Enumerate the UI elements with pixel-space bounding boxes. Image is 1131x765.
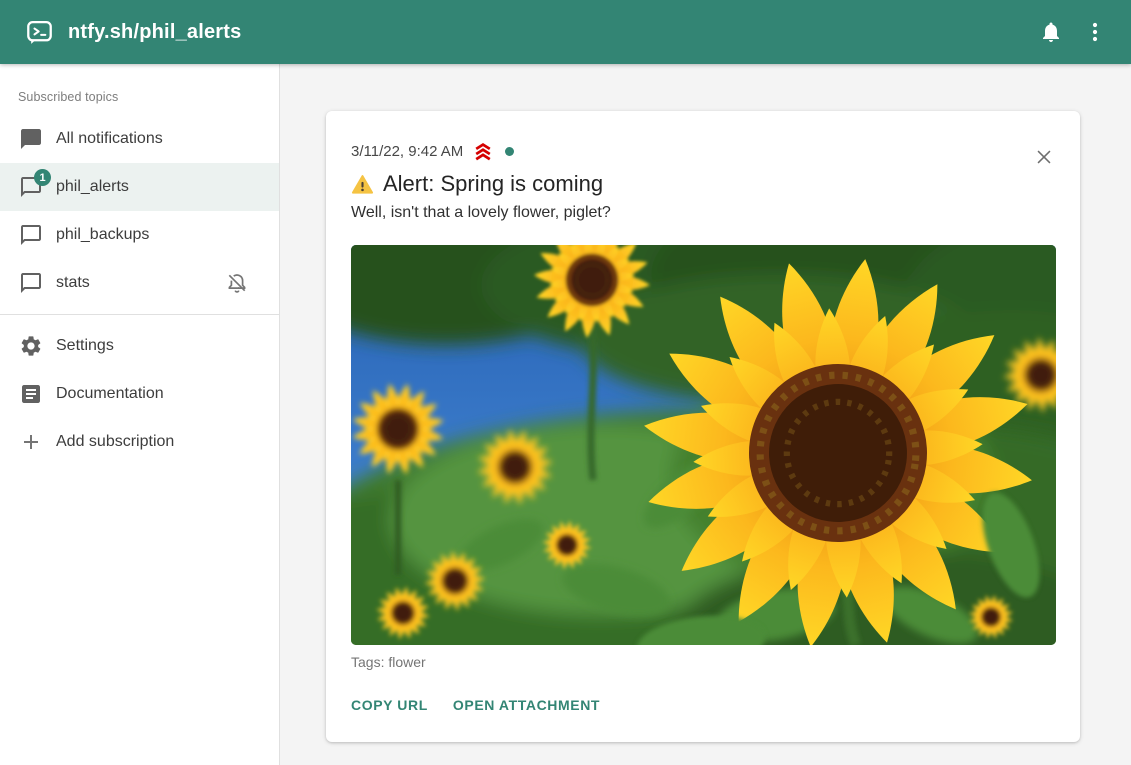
unread-count-badge: 1 [34,169,51,186]
sidebar-item-stats[interactable]: stats [0,259,279,307]
sidebar-item-label: phil_alerts [56,178,129,196]
article-icon [19,382,43,406]
close-notification-button[interactable] [1023,136,1065,178]
main-content: 3/11/22, 9:42 AM [280,64,1131,765]
notification-meta: 3/11/22, 9:42 AM [351,140,1056,162]
sidebar-item-label: Settings [56,337,114,355]
plus-icon [19,430,43,454]
sidebar-item-label: Documentation [56,385,164,403]
sidebar-item-add-subscription[interactable]: Add subscription [0,418,279,466]
sidebar-item-phil-alerts[interactable]: 1 phil_alerts [0,163,279,211]
notification-timestamp: 3/11/22, 9:42 AM [351,143,463,160]
attachment-image[interactable] [351,245,1056,645]
subscribed-topics-caption: Subscribed topics [0,64,279,115]
notification-body: Well, isn't that a lovely flower, piglet… [351,204,1056,222]
notification-card: 3/11/22, 9:42 AM [326,111,1080,742]
unread-indicator-dot [505,147,514,156]
notification-actions: COPY URL OPEN ATTACHMENT [351,691,1056,719]
sidebar-item-label: All notifications [56,130,163,148]
warning-emoji-icon [351,173,374,196]
notifications-muted-icon [225,271,249,295]
sidebar-item-phil-backups[interactable]: phil_backups [0,211,279,259]
ntfy-logo-icon [26,19,53,46]
chat-bubble-filled-icon [19,127,43,151]
open-attachment-button[interactable]: OPEN ATTACHMENT [453,691,600,719]
sidebar-item-all-notifications[interactable]: All notifications [0,115,279,163]
chat-bubble-outline-icon: 1 [19,175,43,199]
sidebar-item-label: phil_backups [56,226,149,244]
sidebar: Subscribed topics All notifications 1 ph… [0,64,280,765]
priority-max-icon [472,140,494,162]
notifications-button[interactable] [1029,10,1073,54]
kebab-menu-icon [1083,20,1107,44]
sidebar-item-settings[interactable]: Settings [0,322,279,370]
gear-icon [19,334,43,358]
chat-bubble-outline-icon [19,223,43,247]
close-icon [1033,146,1055,168]
notification-title: Alert: Spring is coming [383,171,603,197]
sidebar-item-label: stats [56,274,90,292]
sidebar-item-label: Add subscription [56,433,174,451]
copy-url-button[interactable]: COPY URL [351,691,428,719]
overflow-menu-button[interactable] [1073,10,1117,54]
notification-tags: Tags: flower [351,654,1056,670]
chat-bubble-outline-icon [19,271,43,295]
app-title: ntfy.sh/phil_alerts [68,21,241,44]
notification-title-row: Alert: Spring is coming [351,171,1056,197]
sidebar-divider [0,314,279,315]
bell-icon [1039,20,1063,44]
sidebar-item-documentation[interactable]: Documentation [0,370,279,418]
app-bar: ntfy.sh/phil_alerts [0,0,1131,64]
